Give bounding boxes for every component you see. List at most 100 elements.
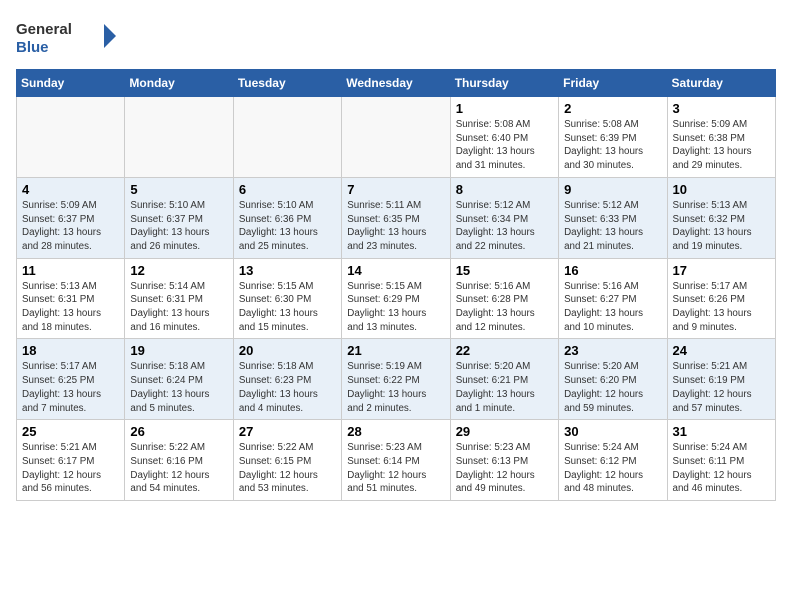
- cell-content: Sunrise: 5:08 AM Sunset: 6:39 PM Dayligh…: [564, 118, 661, 173]
- day-number: 16: [564, 263, 661, 278]
- cell-content: Sunrise: 5:11 AM Sunset: 6:35 PM Dayligh…: [347, 199, 444, 254]
- calendar-cell: 9 Sunrise: 5:12 AM Sunset: 6:33 PM Daylig…: [559, 177, 667, 258]
- calendar-cell: 30 Sunrise: 5:24 AM Sunset: 6:12 PM Dayli…: [559, 420, 667, 501]
- calendar-cell: 31Sunrise: 5:24 AM Sunset: 6:11 PM Dayli…: [667, 420, 775, 501]
- cell-content: Sunrise: 5:09 AM Sunset: 6:37 PM Dayligh…: [22, 199, 119, 254]
- cell-content: Sunrise: 5:23 AM Sunset: 6:14 PM Dayligh…: [347, 441, 444, 496]
- calendar-cell: 16 Sunrise: 5:16 AM Sunset: 6:27 PM Dayli…: [559, 258, 667, 339]
- svg-text:Blue: Blue: [16, 39, 49, 56]
- calendar-cell: 5Sunrise: 5:10 AM Sunset: 6:37 PM Daylig…: [125, 177, 233, 258]
- cell-content: Sunrise: 5:24 AM Sunset: 6:12 PM Dayligh…: [564, 441, 661, 496]
- calendar-cell: 2 Sunrise: 5:08 AM Sunset: 6:39 PM Daylig…: [559, 97, 667, 178]
- day-number: 15: [456, 263, 553, 278]
- cell-content: Sunrise: 5:18 AM Sunset: 6:24 PM Dayligh…: [130, 360, 227, 415]
- cell-content: Sunrise: 5:21 AM Sunset: 6:19 PM Dayligh…: [673, 360, 770, 415]
- day-number: 25: [22, 424, 119, 439]
- day-number: 3: [673, 101, 770, 116]
- svg-text:General: General: [16, 21, 72, 38]
- day-number: 17: [673, 263, 770, 278]
- cell-content: Sunrise: 5:13 AM Sunset: 6:32 PM Dayligh…: [673, 199, 770, 254]
- cell-content: Sunrise: 5:13 AM Sunset: 6:31 PM Dayligh…: [22, 280, 119, 335]
- day-number: 29: [456, 424, 553, 439]
- calendar-cell: 17 Sunrise: 5:17 AM Sunset: 6:26 PM Dayli…: [667, 258, 775, 339]
- day-number: 19: [130, 343, 227, 358]
- calendar-cell: 12 Sunrise: 5:14 AM Sunset: 6:31 PM Dayli…: [125, 258, 233, 339]
- calendar-cell: 14Sunrise: 5:15 AM Sunset: 6:29 PM Dayli…: [342, 258, 450, 339]
- day-header-monday: Monday: [125, 70, 233, 97]
- day-number: 31: [673, 424, 770, 439]
- logo: General Blue: [16, 16, 116, 61]
- cell-content: Sunrise: 5:20 AM Sunset: 6:21 PM Dayligh…: [456, 360, 553, 415]
- calendar-cell: 20 Sunrise: 5:18 AM Sunset: 6:23 PM Dayli…: [233, 339, 341, 420]
- day-number: 5: [130, 182, 227, 197]
- calendar-cell: 15 Sunrise: 5:16 AM Sunset: 6:28 PM Dayli…: [450, 258, 558, 339]
- cell-content: Sunrise: 5:14 AM Sunset: 6:31 PM Dayligh…: [130, 280, 227, 335]
- header: General Blue: [16, 16, 776, 61]
- day-number: 28: [347, 424, 444, 439]
- day-number: 21: [347, 343, 444, 358]
- calendar-cell: 1Sunrise: 5:08 AM Sunset: 6:40 PM Daylig…: [450, 97, 558, 178]
- calendar-cell: 21Sunrise: 5:19 AM Sunset: 6:22 PM Dayli…: [342, 339, 450, 420]
- cell-content: Sunrise: 5:15 AM Sunset: 6:30 PM Dayligh…: [239, 280, 336, 335]
- calendar-cell: 11 Sunrise: 5:13 AM Sunset: 6:31 PM Dayli…: [17, 258, 125, 339]
- cell-content: Sunrise: 5:17 AM Sunset: 6:25 PM Dayligh…: [22, 360, 119, 415]
- day-number: 6: [239, 182, 336, 197]
- calendar-cell: 26 Sunrise: 5:22 AM Sunset: 6:16 PM Dayli…: [125, 420, 233, 501]
- calendar-week-5: 25 Sunrise: 5:21 AM Sunset: 6:17 PM Dayli…: [17, 420, 776, 501]
- day-number: 13: [239, 263, 336, 278]
- day-number: 7: [347, 182, 444, 197]
- calendar-cell: 27Sunrise: 5:22 AM Sunset: 6:15 PM Dayli…: [233, 420, 341, 501]
- cell-content: Sunrise: 5:22 AM Sunset: 6:16 PM Dayligh…: [130, 441, 227, 496]
- day-number: 11: [22, 263, 119, 278]
- generalblue-logo: General Blue: [16, 16, 116, 61]
- day-number: 30: [564, 424, 661, 439]
- cell-content: Sunrise: 5:21 AM Sunset: 6:17 PM Dayligh…: [22, 441, 119, 496]
- calendar-cell: 8 Sunrise: 5:12 AM Sunset: 6:34 PM Daylig…: [450, 177, 558, 258]
- calendar-cell: [342, 97, 450, 178]
- calendar-cell: 10Sunrise: 5:13 AM Sunset: 6:32 PM Dayli…: [667, 177, 775, 258]
- cell-content: Sunrise: 5:22 AM Sunset: 6:15 PM Dayligh…: [239, 441, 336, 496]
- day-number: 24: [673, 343, 770, 358]
- day-header-saturday: Saturday: [667, 70, 775, 97]
- day-number: 9: [564, 182, 661, 197]
- cell-content: Sunrise: 5:16 AM Sunset: 6:27 PM Dayligh…: [564, 280, 661, 335]
- calendar-cell: 6 Sunrise: 5:10 AM Sunset: 6:36 PM Daylig…: [233, 177, 341, 258]
- calendar-cell: 3 Sunrise: 5:09 AM Sunset: 6:38 PM Daylig…: [667, 97, 775, 178]
- cell-content: Sunrise: 5:16 AM Sunset: 6:28 PM Dayligh…: [456, 280, 553, 335]
- calendar-week-3: 11 Sunrise: 5:13 AM Sunset: 6:31 PM Dayli…: [17, 258, 776, 339]
- day-number: 26: [130, 424, 227, 439]
- cell-content: Sunrise: 5:09 AM Sunset: 6:38 PM Dayligh…: [673, 118, 770, 173]
- cell-content: Sunrise: 5:17 AM Sunset: 6:26 PM Dayligh…: [673, 280, 770, 335]
- day-number: 2: [564, 101, 661, 116]
- calendar-cell: 13 Sunrise: 5:15 AM Sunset: 6:30 PM Dayli…: [233, 258, 341, 339]
- day-header-friday: Friday: [559, 70, 667, 97]
- calendar-cell: 24 Sunrise: 5:21 AM Sunset: 6:19 PM Dayli…: [667, 339, 775, 420]
- day-number: 12: [130, 263, 227, 278]
- calendar-cell: 18Sunrise: 5:17 AM Sunset: 6:25 PM Dayli…: [17, 339, 125, 420]
- day-number: 4: [22, 182, 119, 197]
- cell-content: Sunrise: 5:23 AM Sunset: 6:13 PM Dayligh…: [456, 441, 553, 496]
- cell-content: Sunrise: 5:20 AM Sunset: 6:20 PM Dayligh…: [564, 360, 661, 415]
- cell-content: Sunrise: 5:12 AM Sunset: 6:34 PM Dayligh…: [456, 199, 553, 254]
- cell-content: Sunrise: 5:18 AM Sunset: 6:23 PM Dayligh…: [239, 360, 336, 415]
- calendar-cell: 23Sunrise: 5:20 AM Sunset: 6:20 PM Dayli…: [559, 339, 667, 420]
- calendar-cell: 7 Sunrise: 5:11 AM Sunset: 6:35 PM Daylig…: [342, 177, 450, 258]
- calendar-week-2: 4 Sunrise: 5:09 AM Sunset: 6:37 PM Daylig…: [17, 177, 776, 258]
- calendar-cell: 28 Sunrise: 5:23 AM Sunset: 6:14 PM Dayli…: [342, 420, 450, 501]
- calendar-cell: 29 Sunrise: 5:23 AM Sunset: 6:13 PM Dayli…: [450, 420, 558, 501]
- calendar-cell: 25 Sunrise: 5:21 AM Sunset: 6:17 PM Dayli…: [17, 420, 125, 501]
- day-header-wednesday: Wednesday: [342, 70, 450, 97]
- calendar-table: SundayMondayTuesdayWednesdayThursdayFrid…: [16, 69, 776, 501]
- cell-content: Sunrise: 5:10 AM Sunset: 6:36 PM Dayligh…: [239, 199, 336, 254]
- day-number: 14: [347, 263, 444, 278]
- calendar-cell: 19 Sunrise: 5:18 AM Sunset: 6:24 PM Dayli…: [125, 339, 233, 420]
- calendar-cell: [125, 97, 233, 178]
- day-number: 8: [456, 182, 553, 197]
- day-header-tuesday: Tuesday: [233, 70, 341, 97]
- cell-content: Sunrise: 5:12 AM Sunset: 6:33 PM Dayligh…: [564, 199, 661, 254]
- calendar-header-row: SundayMondayTuesdayWednesdayThursdayFrid…: [17, 70, 776, 97]
- calendar-cell: [233, 97, 341, 178]
- calendar-cell: 22Sunrise: 5:20 AM Sunset: 6:21 PM Dayli…: [450, 339, 558, 420]
- calendar-week-4: 18Sunrise: 5:17 AM Sunset: 6:25 PM Dayli…: [17, 339, 776, 420]
- day-number: 20: [239, 343, 336, 358]
